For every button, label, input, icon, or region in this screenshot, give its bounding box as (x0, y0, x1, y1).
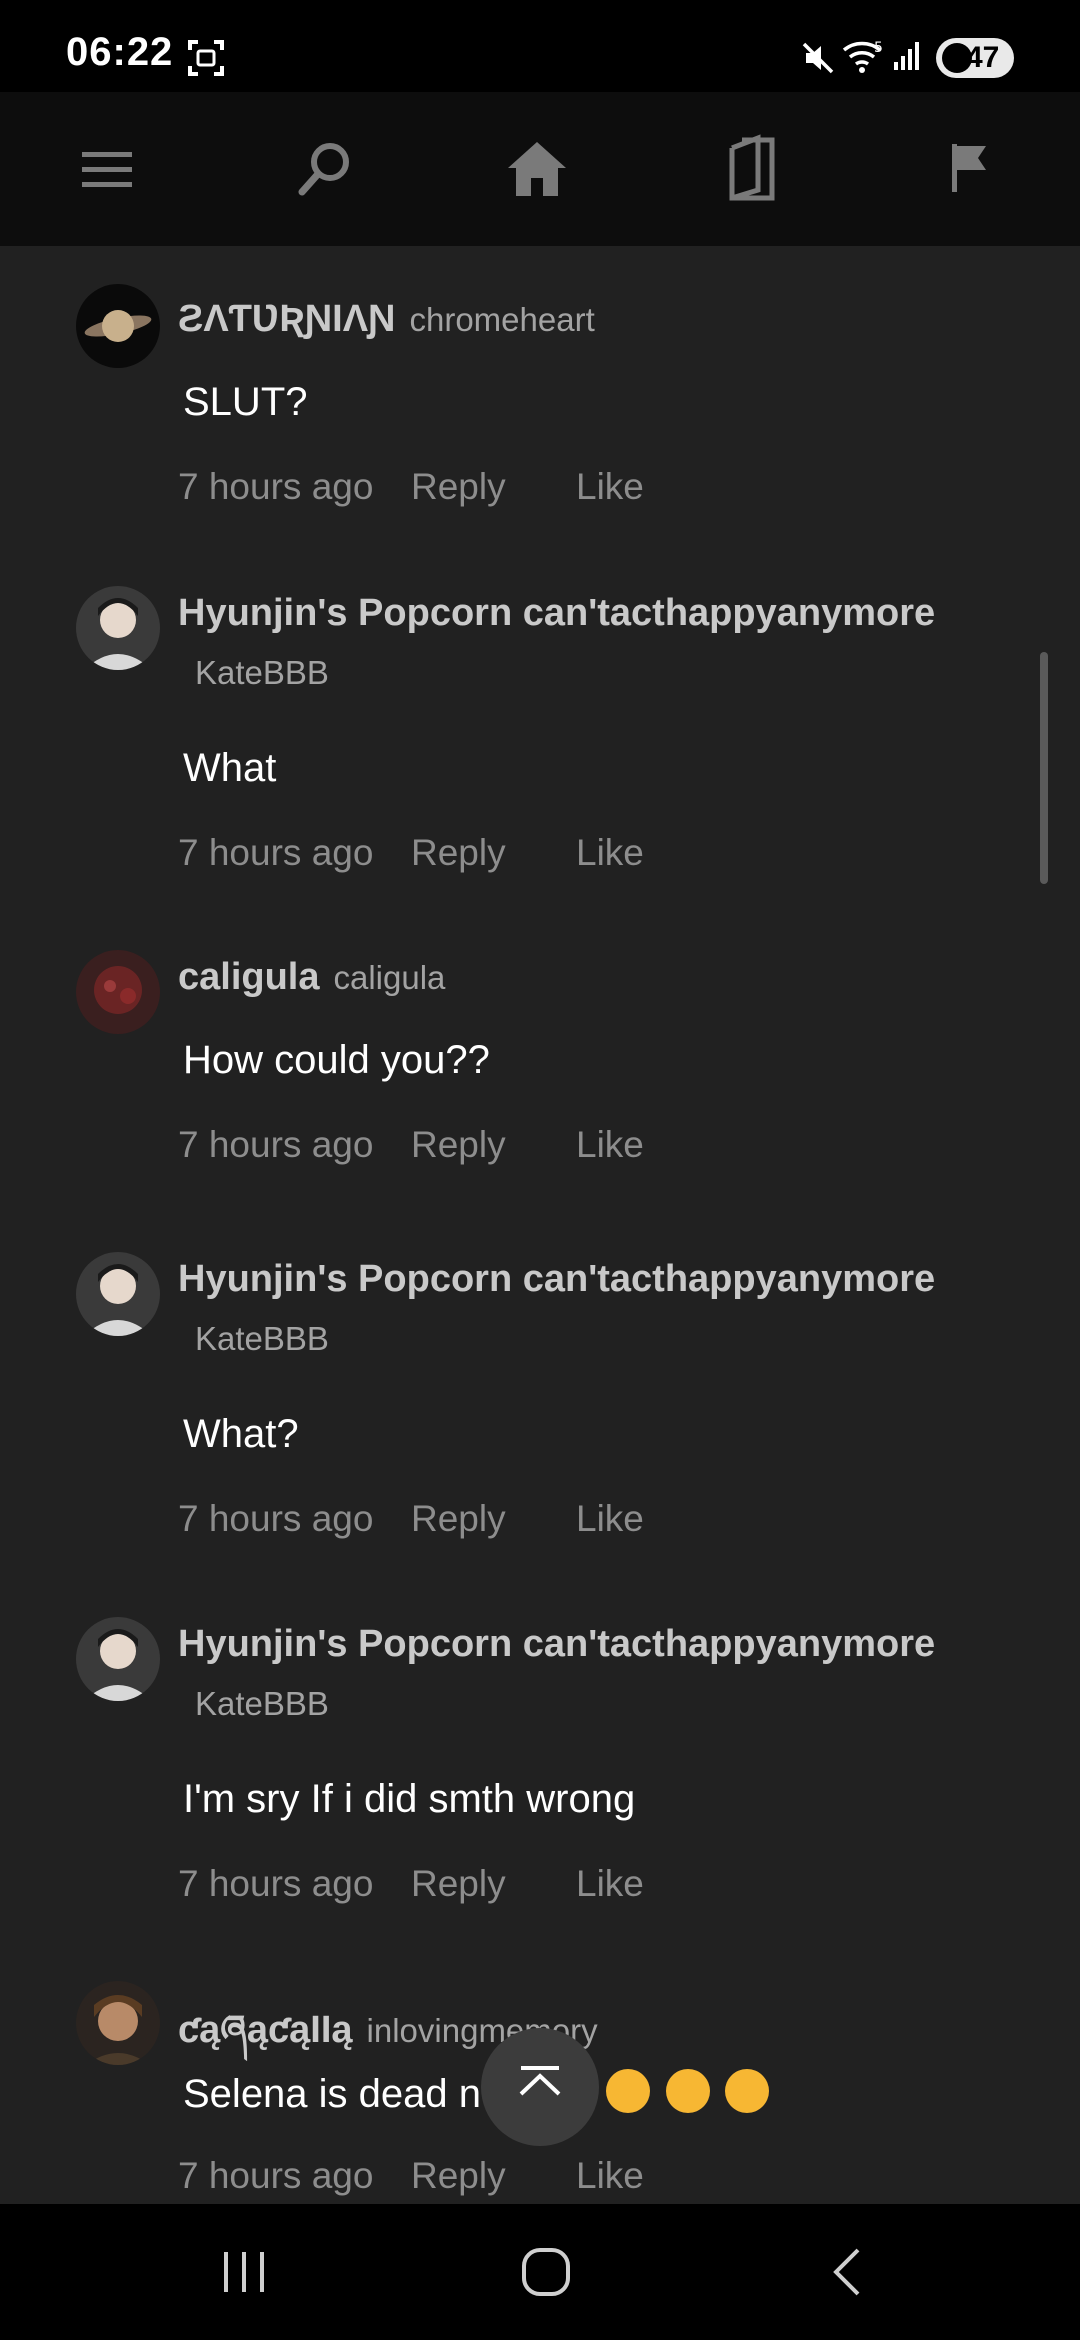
comment-text: SLUT? (183, 380, 308, 424)
like-button[interactable]: Like (576, 1498, 644, 1540)
flag-icon[interactable] (934, 134, 1004, 204)
like-button[interactable]: Like (576, 2155, 644, 2197)
search-icon[interactable] (290, 134, 360, 204)
username[interactable]: KateBBB (195, 1685, 329, 1723)
battery-icon: 47 (936, 38, 1014, 78)
like-button[interactable]: Like (576, 832, 644, 874)
disappointed-emoji-icon (724, 2069, 769, 2113)
home-icon[interactable] (502, 134, 572, 204)
display-name[interactable]: Hyunjin's Popcorn can'tacthappyanymore (178, 1623, 935, 1665)
avatar[interactable] (76, 1617, 160, 1701)
like-button[interactable]: Like (576, 1863, 644, 1905)
comment-text: What (183, 746, 277, 790)
username[interactable]: KateBBB (195, 654, 329, 692)
avatar[interactable] (76, 1981, 160, 2065)
username[interactable]: KateBBB (195, 1320, 329, 1358)
back-icon[interactable] (822, 2246, 874, 2303)
comment-text: I'm sry If i did smth wrong (183, 1777, 636, 1821)
timestamp: 7 hours ago (178, 1124, 374, 1165)
avatar[interactable] (76, 1252, 160, 1336)
username[interactable]: caligula (334, 959, 446, 996)
avatar[interactable] (76, 586, 160, 670)
comment-text: How could you?? (183, 1038, 490, 1082)
avatar[interactable] (76, 284, 160, 368)
library-icon[interactable] (718, 134, 788, 204)
display-name[interactable]: ƈąཞąƈąƖƖą (178, 2009, 353, 2051)
display-name[interactable]: Hyunjin's Popcorn can'tacthappyanymore (178, 1258, 935, 1300)
scrollbar[interactable] (1040, 652, 1048, 884)
home-button-icon[interactable] (518, 2244, 574, 2305)
disappointed-emoji-icon (665, 2069, 710, 2113)
timestamp: 7 hours ago (178, 832, 374, 873)
status-bar: 06:22 5 47 (0, 0, 1080, 92)
timestamp: 7 hours ago (178, 1863, 374, 1904)
reply-button[interactable]: Reply (411, 832, 506, 874)
reply-button[interactable]: Reply (411, 1124, 506, 1166)
scroll-to-top-button[interactable] (481, 2028, 599, 2146)
timestamp: 7 hours ago (178, 1498, 374, 1539)
screenshot-icon (186, 38, 226, 83)
display-name[interactable]: caligula (178, 956, 320, 998)
reply-button[interactable]: Reply (411, 2155, 506, 2197)
system-nav-bar (0, 2204, 1080, 2340)
disappointed-emoji-icon (606, 2069, 651, 2113)
battery-level: 47 (966, 41, 1000, 74)
menu-icon[interactable] (72, 134, 142, 204)
comment-text: What? (183, 1412, 299, 1456)
display-name[interactable]: Hyunjin's Popcorn can'tacthappyanymore (178, 592, 935, 634)
timestamp: 7 hours ago (178, 466, 374, 507)
recent-apps-icon[interactable] (218, 2246, 270, 2303)
display-name[interactable]: ƧɅƬƲƦƝƖɅƝ (178, 298, 395, 340)
chevron-up-icon (519, 2066, 561, 2096)
reply-button[interactable]: Reply (411, 1498, 506, 1540)
svg-text:5: 5 (874, 40, 883, 56)
app-toolbar (0, 92, 1080, 246)
signal-icon (890, 38, 926, 79)
comment-text: Selena is dead n (183, 2072, 482, 2116)
like-button[interactable]: Like (576, 1124, 644, 1166)
wifi-icon: 5 (842, 38, 886, 81)
username[interactable]: chromeheart (409, 301, 594, 338)
comments-list[interactable]: ƧɅƬƲƦƝƖɅƝ chromeheart SLUT? 7 hours ago R… (0, 246, 1080, 2204)
avatar[interactable] (76, 950, 160, 1034)
reply-button[interactable]: Reply (411, 466, 506, 508)
status-time: 06:22 (66, 30, 174, 74)
reply-button[interactable]: Reply (411, 1863, 506, 1905)
mute-icon (800, 40, 836, 81)
like-button[interactable]: Like (576, 466, 644, 508)
timestamp: 7 hours ago (178, 2155, 374, 2196)
